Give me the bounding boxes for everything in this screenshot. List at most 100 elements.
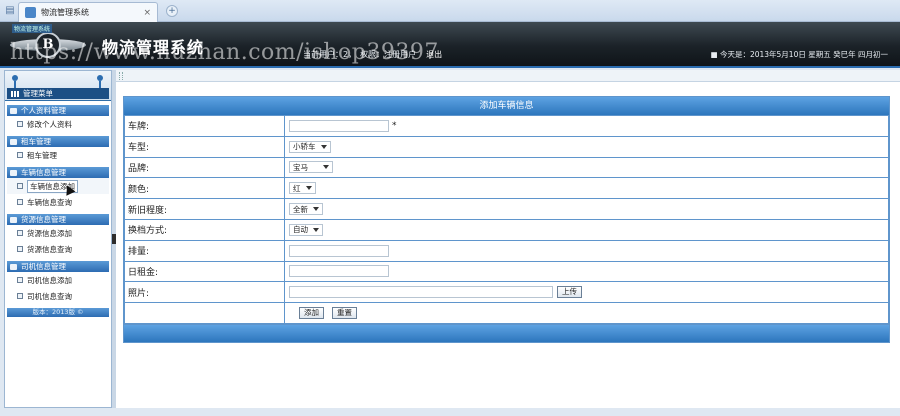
page-icon — [17, 183, 23, 189]
tab-title: 物流管理系统 — [41, 8, 89, 17]
sidebar-item-vehicle-add[interactable]: 车辆信息添加 — [7, 178, 109, 196]
form-row-plate: 车牌: * — [124, 115, 889, 137]
chevron-down-icon — [305, 186, 312, 191]
folder-icon — [10, 107, 17, 114]
sidebar-group-header[interactable]: 司机信息管理 — [7, 261, 109, 272]
form-row-photo: 照片: 上传 — [124, 281, 889, 304]
browser-tab[interactable]: 物流管理系统 × — [18, 2, 158, 22]
app-title: 物流管理系统 — [102, 38, 205, 57]
displacement-label: 排量: — [124, 239, 285, 262]
sidebar-group-header[interactable]: 车辆信息管理 — [7, 167, 109, 178]
sidebar-item-label: 司机信息查询 — [27, 291, 72, 301]
sidebar-item-vehicle-query[interactable]: 车辆信息查询 — [7, 194, 109, 210]
reset-button[interactable]: 重置 — [332, 307, 357, 320]
chevron-down-icon — [313, 207, 319, 212]
sidebar-item-label: 货源信息查询 — [27, 244, 72, 254]
brand-label: 品牌: — [124, 156, 285, 179]
tab-menu-icon[interactable]: ▤ — [2, 3, 18, 18]
sidebar-group-header[interactable]: 货源信息管理 — [7, 214, 109, 225]
folder-icon — [10, 169, 17, 176]
sidebar-item-cargo-query[interactable]: 货源信息查询 — [7, 241, 109, 257]
sidebar-group-title: 货源信息管理 — [21, 215, 66, 224]
condition-select[interactable]: 全新 — [289, 203, 323, 216]
sidebar-group-title: 车辆信息管理 — [21, 168, 66, 177]
sidebar-group-driver: 司机信息管理 司机信息添加 司机信息查询 — [7, 261, 109, 304]
sidebar-group-rental: 租车管理 租车管理 — [7, 136, 109, 163]
folder-icon — [10, 138, 17, 145]
brand-select-value: 宝马 — [293, 162, 308, 172]
photo-path-input[interactable] — [289, 286, 553, 299]
brand-select[interactable]: 宝马 — [289, 161, 333, 174]
sidebar-group-header[interactable]: 租车管理 — [7, 136, 109, 147]
add-vehicle-form: 添加车辆信息 车牌: * 车型: 小轿车 品牌: 宝马 颜色: 红 新旧程度: … — [123, 96, 890, 343]
pin-icon — [97, 75, 103, 89]
date-info: ■ 今天是：2013年5月10日 星期五 癸巳年 四月初一 — [710, 50, 888, 59]
sidebar-item-edit-profile[interactable]: 修改个人资料 — [7, 116, 109, 132]
user-info: 当前用户：2， 权限：注册用户 退出 — [303, 49, 446, 60]
form-row-actions: 添加 重置 — [124, 302, 889, 324]
form-row-rent: 日租金: — [124, 260, 889, 283]
sidebar-menu-title: 管理菜单 — [7, 88, 109, 99]
form-row-color: 颜色: 红 — [124, 177, 889, 200]
sidebar-group-cargo: 货源信息管理 货源信息添加 货源信息查询 — [7, 214, 109, 257]
type-select-value: 小轿车 — [293, 142, 316, 152]
sidebar: 管理菜单 个人资料管理 修改个人资料 租车管理 租车管理 车辆信息管理 车辆信息… — [4, 70, 112, 408]
status-bar — [0, 408, 900, 416]
page-icon — [17, 199, 23, 205]
gear-label: 换档方式: — [124, 218, 285, 241]
plate-label: 车牌: — [124, 115, 285, 137]
sidebar-item-label: 司机信息添加 — [27, 275, 72, 285]
sidebar-item-label: 租车管理 — [27, 150, 57, 160]
form-row-displacement: 排量: — [124, 239, 889, 262]
page-icon — [17, 246, 23, 252]
menu-grid-icon — [11, 90, 19, 97]
rent-label: 日租金: — [124, 260, 285, 283]
page-icon — [17, 277, 23, 283]
form-footer-bar — [124, 323, 889, 342]
color-select[interactable]: 红 — [289, 182, 316, 195]
current-user: 当前用户：2， — [303, 50, 357, 59]
submit-button[interactable]: 添加 — [299, 307, 324, 320]
sidebar-item-driver-add[interactable]: 司机信息添加 — [7, 272, 109, 288]
rent-input[interactable] — [289, 265, 389, 278]
folder-icon — [10, 263, 17, 270]
sidebar-item-cargo-add[interactable]: 货源信息添加 — [7, 225, 109, 241]
drag-handle-icon[interactable] — [119, 72, 123, 80]
page-favicon-icon — [25, 7, 36, 18]
form-row-brand: 品牌: 宝马 — [124, 156, 889, 179]
sidebar-menu-title-label: 管理菜单 — [23, 89, 53, 98]
new-tab-button[interactable]: + — [166, 5, 178, 17]
logout-link[interactable]: 退出 — [426, 50, 442, 59]
form-row-type: 车型: 小轿车 — [124, 135, 889, 158]
chevron-down-icon — [320, 144, 327, 149]
form-row-condition: 新旧程度: 全新 — [124, 198, 889, 220]
plate-input[interactable] — [289, 119, 389, 132]
gear-select-value: 自动 — [293, 225, 308, 235]
pin-icon — [12, 75, 18, 89]
photo-label: 照片: — [124, 281, 285, 304]
type-label: 车型: — [124, 135, 285, 158]
sidebar-item-rental[interactable]: 租车管理 — [7, 147, 109, 163]
form-row-gear: 换档方式: 自动 — [124, 218, 889, 241]
type-select[interactable]: 小轿车 — [289, 140, 331, 153]
sidebar-top: 管理菜单 — [5, 71, 111, 101]
displacement-input[interactable] — [289, 244, 389, 257]
required-mark: * — [392, 120, 397, 131]
sidebar-group-header[interactable]: 个人资料管理 — [7, 105, 109, 116]
gear-select[interactable]: 自动 — [289, 223, 323, 236]
upload-button[interactable]: 上传 — [557, 286, 582, 299]
sidebar-item-driver-query[interactable]: 司机信息查询 — [7, 288, 109, 304]
form-table: 车牌: * 车型: 小轿车 品牌: 宝马 颜色: 红 新旧程度: 全新 换档方式… — [124, 115, 889, 324]
empty-cell — [124, 302, 285, 324]
tab-close-icon[interactable]: × — [143, 8, 151, 18]
browser-tabstrip: ▤ 物流管理系统 × + — [0, 0, 900, 22]
sidebar-group-profile: 个人资料管理 修改个人资料 — [7, 105, 109, 132]
sidebar-item-label: 修改个人资料 — [27, 119, 72, 129]
sidebar-footer: 版本：2013版 © — [7, 308, 109, 317]
content-top-strip — [116, 70, 900, 82]
chevron-down-icon — [323, 165, 329, 170]
condition-label: 新旧程度: — [124, 198, 285, 220]
color-label: 颜色: — [124, 177, 285, 200]
color-select-value: 红 — [293, 183, 301, 193]
folder-icon — [10, 216, 17, 223]
